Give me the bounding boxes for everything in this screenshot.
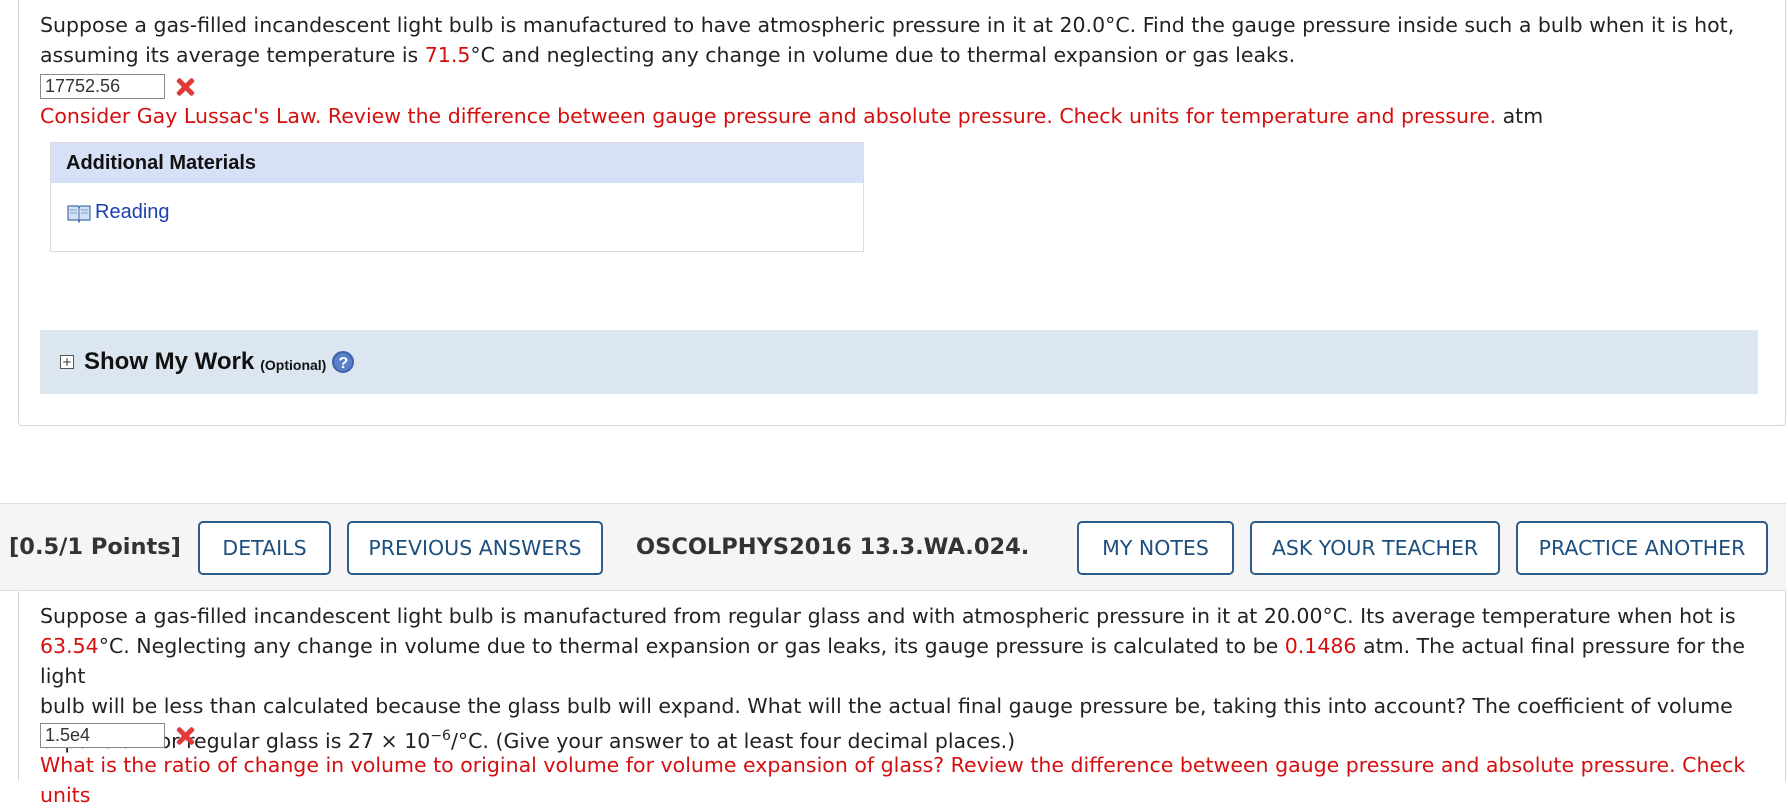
question-2-answer-row	[40, 723, 195, 748]
question-2-text: Suppose a gas-filled incandescent light …	[40, 601, 1788, 756]
question-1-temperature-value: 71.5	[424, 43, 471, 67]
show-my-work-title: Show My Work	[84, 348, 255, 375]
question-2-feedback: What is the ratio of change in volume to…	[40, 750, 1788, 810]
expand-plus-icon[interactable]: +	[60, 355, 74, 369]
incorrect-x-icon	[175, 77, 195, 97]
question-1-text: Suppose a gas-filled incandescent light …	[40, 10, 1734, 70]
incorrect-x-icon	[175, 726, 195, 746]
question-1-answer-row	[40, 74, 195, 99]
my-notes-button[interactable]: MY NOTES	[1077, 521, 1234, 575]
question-id: OSCOLPHYS2016 13.3.WA.024.	[636, 534, 1030, 560]
question-1-feedback: Consider Gay Lussac's Law. Review the di…	[40, 101, 1543, 131]
reading-link-label: Reading	[95, 201, 170, 223]
question-2-line-2-a: °C. Neglecting any change in volume due …	[98, 634, 1285, 658]
question-2-toolbar: [0.5/1 Points] DETAILS PREVIOUS ANSWERS …	[0, 503, 1786, 591]
question-1-feedback-text: Consider Gay Lussac's Law. Review the di…	[40, 104, 1497, 128]
show-my-work-optional: (Optional)	[260, 357, 327, 373]
ask-your-teacher-button[interactable]: ASK YOUR TEACHER	[1250, 521, 1500, 575]
question-1-line-2-end: °C and neglecting any change in volume d…	[470, 43, 1296, 67]
question-2-pressure-value: 0.1486	[1284, 634, 1357, 658]
reading-link[interactable]: Reading	[67, 201, 170, 224]
question-1-line-1: Suppose a gas-filled incandescent light …	[40, 13, 1735, 37]
question-2-answer-input[interactable]	[40, 723, 165, 748]
additional-materials-title: Additional Materials	[51, 143, 863, 183]
details-button[interactable]: DETAILS	[198, 521, 331, 575]
question-1-unit: atm	[1502, 104, 1544, 128]
question-2-feedback-text: What is the ratio of change in volume to…	[40, 753, 1746, 807]
question-2-line-1: Suppose a gas-filled incandescent light …	[40, 604, 1736, 628]
question-1-answer-input[interactable]	[40, 74, 165, 99]
points-label: [0.5/1 Points]	[9, 534, 181, 560]
question-2-exponent: −6	[430, 728, 451, 744]
show-my-work-bar[interactable]: + Show My Work (Optional) ?	[40, 330, 1758, 394]
question-1-line-2-start: assuming its average temperature is	[40, 43, 425, 67]
practice-another-button[interactable]: PRACTICE ANOTHER	[1516, 521, 1768, 575]
question-2-line-3: bulb will be less than calculated becaus…	[40, 694, 1733, 718]
previous-answers-button[interactable]: PREVIOUS ANSWERS	[347, 521, 603, 575]
book-icon	[67, 204, 91, 223]
help-question-icon[interactable]: ?	[332, 351, 355, 373]
question-2-temperature-value: 63.54	[40, 634, 99, 658]
additional-materials-panel: Additional Materials Reading	[50, 142, 864, 252]
